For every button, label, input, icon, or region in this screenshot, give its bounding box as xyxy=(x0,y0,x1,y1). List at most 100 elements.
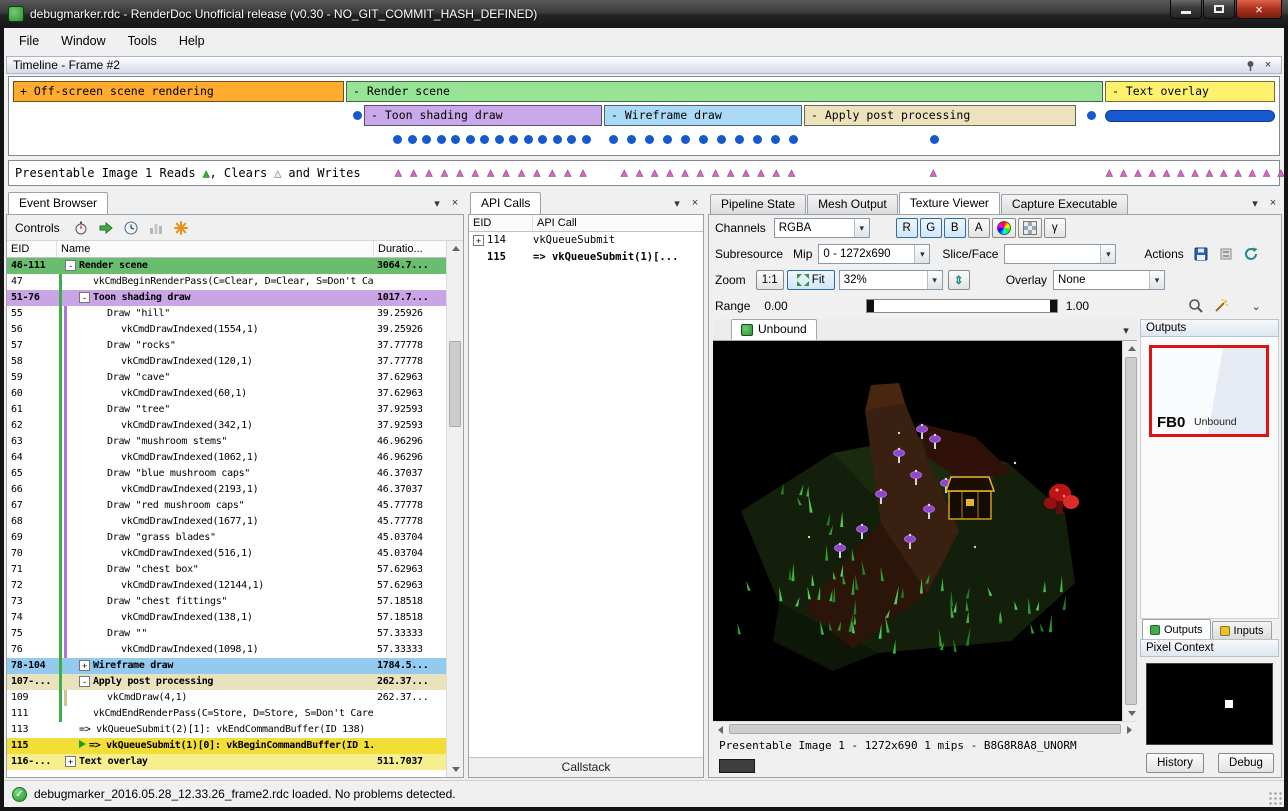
event-row[interactable]: 61Draw "tree"37.92593 xyxy=(7,402,446,418)
write-triangle-icon[interactable]: ▲ xyxy=(549,162,556,184)
write-triangle-icon[interactable]: ▲ xyxy=(1135,162,1142,184)
write-triangle-icon[interactable]: ▲ xyxy=(1206,162,1213,184)
texture-tab-unbound[interactable]: Unbound xyxy=(731,319,817,340)
range-max-handle[interactable] xyxy=(1050,300,1057,312)
tree-expander[interactable]: + xyxy=(65,756,76,767)
event-row[interactable]: 62vkCmdDrawIndexed(342,1)37.92593 xyxy=(7,418,446,434)
event-row[interactable]: 70vkCmdDrawIndexed(516,1)45.03704 xyxy=(7,546,446,562)
timeline-marker-toon-shading-draw[interactable]: - Toon shading draw xyxy=(364,105,602,126)
tab-inputs[interactable]: Inputs xyxy=(1212,621,1272,639)
write-triangle-icon[interactable]: ▲ xyxy=(534,162,541,184)
channel-red-button[interactable]: R xyxy=(896,218,918,238)
channel-alpha-button[interactable]: A xyxy=(968,218,990,238)
overlay-select[interactable]: None▾ xyxy=(1053,270,1165,290)
timeline-collapsed-bar[interactable] xyxy=(1105,110,1275,122)
timeline-draw-dot[interactable] xyxy=(451,135,460,144)
scroll-up-icon[interactable] xyxy=(447,241,464,256)
time-draws-icon[interactable] xyxy=(70,218,92,238)
chart-icon[interactable] xyxy=(145,218,167,238)
channel-green-button[interactable]: G xyxy=(920,218,942,238)
zoom-select[interactable]: 32%▾ xyxy=(839,270,943,290)
tree-expander[interactable]: - xyxy=(79,292,90,303)
write-triangle-icon[interactable]: ▲ xyxy=(1220,162,1227,184)
timeline-draw-dot[interactable] xyxy=(645,135,654,144)
range-slider[interactable] xyxy=(866,299,1058,313)
timeline-draw-dot[interactable] xyxy=(735,135,744,144)
maximize-button[interactable] xyxy=(1203,0,1235,19)
event-row[interactable]: 76vkCmdDrawIndexed(1098,1)57.33333 xyxy=(7,642,446,658)
tab-pipeline-state[interactable]: Pipeline State xyxy=(710,194,806,214)
timeline-marker-wireframe-draw[interactable]: - Wireframe draw xyxy=(604,105,802,126)
write-triangle-icon[interactable]: ▲ xyxy=(410,162,417,184)
write-triangle-icon[interactable]: ▲ xyxy=(727,162,734,184)
menu-window[interactable]: Window xyxy=(50,30,116,52)
tree-expander[interactable]: - xyxy=(65,260,76,271)
scroll-right-icon[interactable] xyxy=(1122,722,1137,737)
timeline-draw-dot[interactable] xyxy=(553,135,562,144)
write-triangle-icon[interactable]: ▲ xyxy=(441,162,448,184)
texture-image[interactable] xyxy=(713,341,1122,721)
slice-face-select[interactable]: ▾ xyxy=(1004,244,1116,264)
event-row[interactable]: 46-111-Render scene3064.7... xyxy=(7,258,446,274)
event-row[interactable]: 75Draw ""57.33333 xyxy=(7,626,446,642)
write-triangle-icon[interactable]: ▲ xyxy=(1263,162,1270,184)
timeline-draw-dot[interactable] xyxy=(353,111,362,120)
timeline-draw-dot[interactable] xyxy=(609,135,618,144)
colorwheel-button[interactable] xyxy=(992,218,1016,238)
write-triangle-icon[interactable]: ▲ xyxy=(636,162,643,184)
column-api-call[interactable]: API Call xyxy=(533,215,703,231)
event-row[interactable]: 72vkCmdDrawIndexed(12144,1)57.62963 xyxy=(7,578,446,594)
fit-button[interactable]: Fit xyxy=(787,270,835,290)
timeline-draw-dot[interactable] xyxy=(930,135,939,144)
column-duration[interactable]: Duratio... xyxy=(374,241,446,257)
write-triangle-icon[interactable]: ▲ xyxy=(564,162,571,184)
event-row[interactable]: 69Draw "grass blades"45.03704 xyxy=(7,530,446,546)
write-triangle-icon[interactable]: ▲ xyxy=(503,162,510,184)
write-triangle-icon[interactable]: ▲ xyxy=(580,162,587,184)
channels-select[interactable]: RGBA▾ xyxy=(774,218,870,238)
api-call-row[interactable]: 115=> vkQueueSubmit(1)[... xyxy=(469,249,703,266)
write-triangle-icon[interactable]: ▲ xyxy=(457,162,464,184)
timeline-draw-dot[interactable] xyxy=(538,135,547,144)
write-triangle-icon[interactable]: ▲ xyxy=(1149,162,1156,184)
zoom-1-1-button[interactable]: 1:1 xyxy=(756,270,784,290)
tab-outputs[interactable]: Outputs xyxy=(1142,619,1211,639)
timeline-draw-dot[interactable] xyxy=(753,135,762,144)
write-triangle-icon[interactable]: ▲ xyxy=(651,162,658,184)
event-row[interactable]: 58vkCmdDrawIndexed(120,1)37.77778 xyxy=(7,354,446,370)
scrollbar-thumb[interactable] xyxy=(729,724,1121,734)
panel-close-icon[interactable]: × xyxy=(1266,196,1280,210)
write-triangle-icon[interactable]: ▲ xyxy=(667,162,674,184)
goto-eid-icon[interactable] xyxy=(95,218,117,238)
event-row[interactable]: 55Draw "hill"39.25926 xyxy=(7,306,446,322)
mip-select[interactable]: 0 - 1272x690▾ xyxy=(818,244,930,264)
tree-expander[interactable]: + xyxy=(79,660,90,671)
event-row[interactable]: 59Draw "cave"37.62963 xyxy=(7,370,446,386)
timeline-draw-dot[interactable] xyxy=(582,135,591,144)
timeline-draw-dot[interactable] xyxy=(509,135,518,144)
timeline-draw-dot[interactable] xyxy=(699,135,708,144)
tab-mesh-output[interactable]: Mesh Output xyxy=(807,194,898,214)
timeline-marker-off-screen-scene-rendering[interactable]: + Off-screen scene rendering xyxy=(13,81,344,102)
column-eid[interactable]: EID xyxy=(469,215,533,231)
bookmark-icon[interactable] xyxy=(170,218,192,238)
panel-menu-icon[interactable]: ▾ xyxy=(1248,196,1262,210)
scrollbar-thumb[interactable] xyxy=(1125,357,1137,705)
event-browser-scrollbar[interactable] xyxy=(446,241,463,777)
scrollbar-thumb[interactable] xyxy=(449,341,461,427)
write-triangle-icon[interactable]: ▲ xyxy=(930,162,937,184)
scroll-down-icon[interactable] xyxy=(1123,706,1140,721)
range-min-handle[interactable] xyxy=(867,300,874,312)
write-triangle-icon[interactable]: ▲ xyxy=(1178,162,1185,184)
write-triangle-icon[interactable]: ▲ xyxy=(1192,162,1199,184)
menu-help[interactable]: Help xyxy=(168,30,216,52)
event-row[interactable]: 116-...+Text overlay511.7037 xyxy=(7,754,446,770)
timeline-draw-dot[interactable] xyxy=(717,135,726,144)
write-triangle-icon[interactable]: ▲ xyxy=(773,162,780,184)
pixel-context-view[interactable] xyxy=(1146,663,1273,745)
timeline-draw-dot[interactable] xyxy=(789,135,798,144)
write-triangle-icon[interactable]: ▲ xyxy=(697,162,704,184)
timeline-close-icon[interactable]: × xyxy=(1261,58,1275,72)
write-triangle-icon[interactable]: ▲ xyxy=(518,162,525,184)
magnifier-icon[interactable] xyxy=(1185,296,1207,316)
